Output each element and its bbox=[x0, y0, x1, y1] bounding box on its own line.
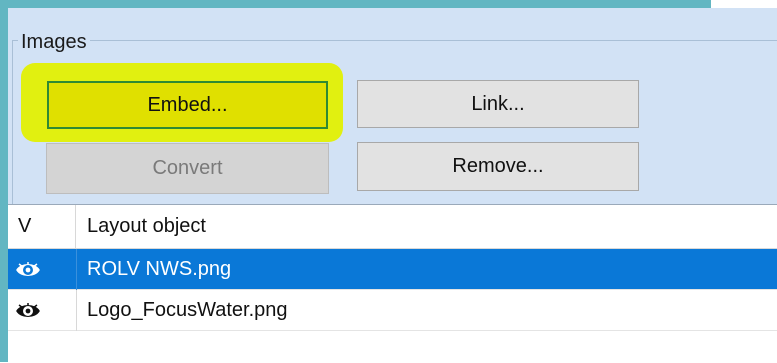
convert-button: Convert bbox=[46, 143, 329, 194]
remove-button[interactable]: Remove... bbox=[357, 142, 639, 191]
images-group-title: Images bbox=[18, 29, 90, 55]
column-divider bbox=[76, 249, 77, 290]
layout-object-name: ROLV NWS.png bbox=[87, 258, 232, 280]
layout-object-name: Logo_FocusWater.png bbox=[87, 299, 288, 321]
eye-icon[interactable] bbox=[16, 290, 76, 331]
window-frame-top bbox=[0, 0, 711, 8]
list-row-selected[interactable]: ROLV NWS.png bbox=[8, 249, 777, 290]
embed-button[interactable]: Embed... bbox=[47, 81, 328, 129]
window-frame-left bbox=[0, 0, 8, 362]
list-header: V Layout object bbox=[8, 205, 777, 249]
list-row[interactable]: Logo_FocusWater.png bbox=[8, 290, 777, 331]
link-button[interactable]: Link... bbox=[357, 80, 639, 128]
column-header-layout-object[interactable]: Layout object bbox=[76, 205, 777, 248]
layout-objects-list[interactable]: V Layout object ROLV NWS.png Logo_FocusW… bbox=[8, 204, 777, 363]
eye-icon[interactable] bbox=[16, 249, 76, 290]
column-header-visible[interactable]: V bbox=[8, 205, 76, 248]
column-divider bbox=[76, 290, 77, 331]
images-panel: Images Embed... Link... Convert Remove..… bbox=[8, 8, 777, 205]
